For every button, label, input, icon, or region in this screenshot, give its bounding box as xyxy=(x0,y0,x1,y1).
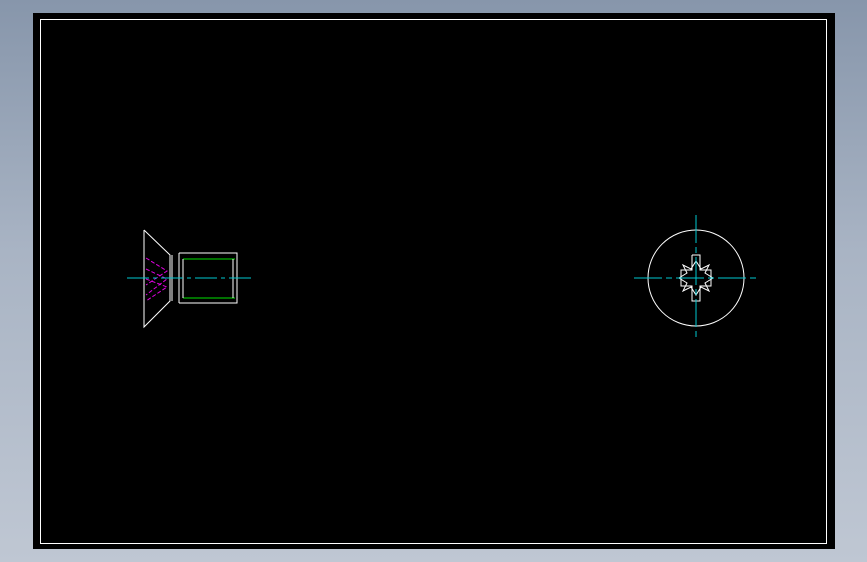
sheet-border xyxy=(40,19,827,544)
side-view-screw[interactable] xyxy=(127,229,251,329)
end-view-screw-head[interactable] xyxy=(634,215,759,341)
recess-hidden-line-2 xyxy=(145,268,168,296)
cad-drawing-canvas[interactable] xyxy=(33,13,835,549)
cad-drawing xyxy=(40,19,827,544)
